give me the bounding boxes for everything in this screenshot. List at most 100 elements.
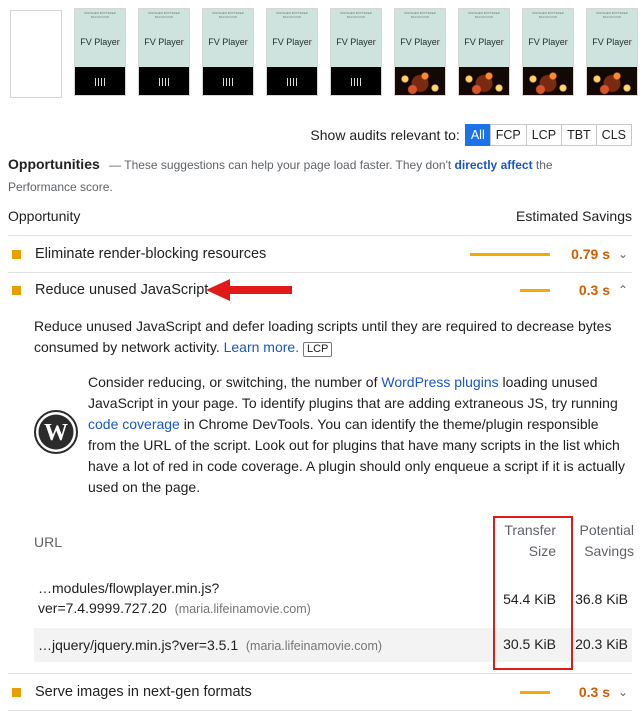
frame-page-preview: SMASHED BUTTERED BACON DON FV Player	[459, 9, 509, 67]
frame-video	[75, 67, 125, 95]
loading-bars-icon	[95, 78, 105, 86]
frame-video	[203, 67, 253, 95]
loading-bars-icon	[287, 78, 297, 86]
frame-video	[139, 67, 189, 95]
filmstrip-frame: SMASHED BUTTERED BACON DON FV Player	[202, 8, 254, 96]
filmstrip-frame: SMASHED BUTTERED BACON DON FV Player	[522, 8, 574, 96]
warning-square-icon	[12, 249, 21, 259]
frame-title: FV Player	[400, 37, 440, 47]
frame-small-text: SMASHED BUTTERED BACON DON	[596, 11, 628, 19]
col-potential-savings: Potential Savings	[572, 520, 634, 562]
frame-page-preview: SMASHED BUTTERED BACON DON FV Player	[203, 9, 253, 67]
frame-video	[331, 67, 381, 95]
audit-filter: Show audits relevant to: All FCP LCP TBT…	[310, 124, 632, 146]
frame-small-text: SMASHED BUTTERED BACON DON	[212, 11, 244, 19]
filmstrip-frame: SMASHED BUTTERED BACON DON FV Player	[394, 8, 446, 96]
potential-savings: 20.3 KiB	[575, 636, 628, 652]
script-url[interactable]: …modules/flowplayer.min.js? ver=7.4.9999…	[38, 578, 311, 619]
audit-title: Serve images in next-gen formats	[35, 684, 252, 700]
code-coverage-link[interactable]: code coverage	[88, 416, 180, 432]
metric-tag-lcp: LCP	[302, 342, 333, 357]
frame-page-preview: SMASHED BUTTERED BACON DON FV Player	[587, 9, 637, 67]
script-url[interactable]: …jquery/jquery.min.js?ver=3.5.1 (maria.l…	[38, 635, 382, 656]
frame-title: FV Player	[592, 37, 632, 47]
audit-title: Reduce unused JavaScript	[35, 282, 209, 298]
loading-bars-icon	[159, 78, 169, 86]
frame-title: FV Player	[80, 37, 120, 47]
frame-page-preview: SMASHED BUTTERED BACON DON FV Player	[139, 9, 189, 67]
frame-page-preview: SMASHED BUTTERED BACON DON FV Player	[75, 9, 125, 67]
col-savings-line1: Potential	[579, 522, 634, 538]
warning-square-icon	[12, 687, 21, 697]
frame-small-text: SMASHED BUTTERED BACON DON	[276, 11, 308, 19]
filter-chip-cls[interactable]: CLS	[595, 124, 632, 146]
chevron-down-icon[interactable]: ⌄	[614, 247, 632, 261]
savings-value: 0.79 s	[571, 246, 610, 262]
filmstrip-frame: SMASHED BUTTERED BACON DON FV Player	[74, 8, 126, 96]
frame-title: FV Player	[272, 37, 312, 47]
frame-title: FV Player	[208, 37, 248, 47]
audit-title: Eliminate render-blocking resources	[35, 246, 267, 262]
audit-next-gen-images[interactable]: Serve images in next-gen formats 0.3 s ⌄	[8, 674, 632, 710]
learn-more-link[interactable]: Learn more.	[224, 339, 299, 355]
url-line2: ver=7.4.9999.727.20	[38, 600, 167, 616]
filmstrip-frame: SMASHED BUTTERED BACON DON FV Player	[586, 8, 638, 96]
loading-bars-icon	[223, 78, 233, 86]
frame-small-text: SMASHED BUTTERED BACON DON	[468, 11, 500, 19]
col-savings-line2: Savings	[584, 543, 634, 559]
filmstrip-frame: SMASHED BUTTERED BACON DON FV Player	[330, 8, 382, 96]
col-url: URL	[34, 534, 63, 550]
savings-bar	[520, 288, 550, 292]
wordpress-advice: Consider reducing, or switching, the num…	[88, 372, 626, 498]
filmstrip-frame	[10, 10, 62, 98]
frame-small-text: SMASHED BUTTERED BACON DON	[84, 11, 116, 19]
frame-title: FV Player	[144, 37, 184, 47]
wordpress-stack-pack: W Consider reducing, or switching, the n…	[34, 372, 632, 502]
frame-small-text: SMASHED BUTTERED BACON DON	[148, 11, 180, 19]
warning-square-icon	[12, 285, 21, 295]
audit-description: Reduce unused JavaScript and defer loadi…	[34, 316, 632, 358]
opportunities-header: Opportunities — These suggestions can he…	[8, 153, 608, 198]
url-line1: …jquery/jquery.min.js?ver=3.5.1	[38, 637, 239, 653]
audit-render-blocking[interactable]: Eliminate render-blocking resources 0.79…	[8, 236, 632, 272]
chevron-up-icon[interactable]: ⌃	[614, 283, 632, 297]
opportunities-heading: Opportunities	[8, 156, 100, 172]
frame-page-preview: SMASHED BUTTERED BACON DON FV Player	[395, 9, 445, 67]
potential-savings: 36.8 KiB	[575, 591, 628, 607]
filmstrip-frame: SMASHED BUTTERED BACON DON FV Player	[266, 8, 318, 96]
frame-video	[267, 67, 317, 95]
frame-small-text: SMASHED BUTTERED BACON DON	[532, 11, 564, 19]
opportunities-desc-prefix: — These suggestions can help your page l…	[109, 158, 452, 172]
filmstrip: SMASHED BUTTERED BACON DON FV Player SMASH…	[8, 8, 638, 100]
frame-title: FV Player	[464, 37, 504, 47]
savings-bar	[470, 252, 550, 256]
wordpress-icon: W	[34, 410, 78, 454]
frame-video	[395, 67, 445, 95]
loading-bars-icon	[351, 78, 361, 86]
col-opportunity: Opportunity	[8, 208, 81, 224]
frame-video	[523, 67, 573, 95]
filter-chip-all[interactable]: All	[464, 124, 491, 146]
wordpress-plugins-link[interactable]: WordPress plugins	[381, 374, 498, 390]
savings-bar	[520, 690, 550, 694]
divider	[8, 710, 632, 711]
filmstrip-frame: SMASHED BUTTERED BACON DON FV Player	[138, 8, 190, 96]
red-box-annotation	[493, 516, 573, 670]
wp-text-1: Consider reducing, or switching, the num…	[88, 374, 378, 390]
filter-chip-fcp[interactable]: FCP	[489, 124, 527, 146]
script-host: (maria.lifeinamovie.com)	[174, 602, 311, 616]
frame-page-preview: SMASHED BUTTERED BACON DON FV Player	[267, 9, 317, 67]
audit-unused-javascript[interactable]: Reduce unused JavaScript 0.3 s ⌃	[8, 272, 632, 308]
opportunity-column-header: Opportunity Estimated Savings	[8, 208, 632, 232]
audit-filter-label: Show audits relevant to:	[310, 127, 460, 143]
savings-value: 0.3 s	[578, 684, 610, 700]
frame-page-preview: SMASHED BUTTERED BACON DON FV Player	[331, 9, 381, 67]
frame-title: FV Player	[336, 37, 376, 47]
frame-title: FV Player	[528, 37, 568, 47]
directly-affect-link[interactable]: directly affect	[455, 158, 533, 172]
chevron-down-icon[interactable]: ⌄	[614, 685, 632, 699]
filmstrip-frame: SMASHED BUTTERED BACON DON FV Player	[458, 8, 510, 96]
filter-chip-lcp[interactable]: LCP	[525, 124, 563, 146]
filter-chip-tbt[interactable]: TBT	[561, 124, 597, 146]
svg-text:W: W	[44, 420, 68, 446]
